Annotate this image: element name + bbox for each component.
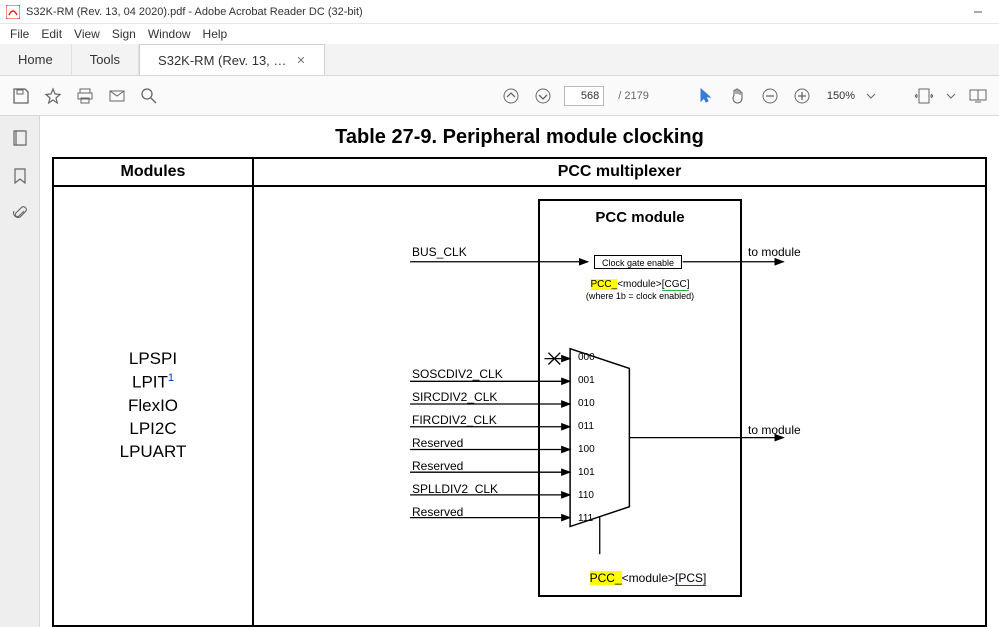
mux-code-110: 110 [578,490,594,501]
label-reserved-100: Reserved [412,436,463,450]
hand-icon[interactable] [727,85,749,107]
find-icon[interactable] [138,85,160,107]
save-icon[interactable] [10,85,32,107]
thumbnails-icon[interactable] [10,128,30,148]
footnote-1: 1 [168,372,174,384]
workspace: Table 27-9. Peripheral module clocking M… [0,116,999,627]
diagram-lines [254,187,985,625]
mux-code-001: 001 [578,375,595,386]
menu-edit[interactable]: Edit [41,27,62,41]
label-reserved-111: Reserved [412,505,463,519]
print-icon[interactable] [74,85,96,107]
table-title: Table 27-9. Peripheral module clocking [40,126,999,149]
zoom-out-icon[interactable] [759,85,781,107]
star-icon[interactable] [42,85,64,107]
clocking-table: Modules PCC multiplexer LPSPI LPIT1 Flex… [52,157,987,627]
tab-tools[interactable]: Tools [72,44,139,75]
menu-view[interactable]: View [74,27,100,41]
close-icon[interactable]: ✕ [296,54,305,67]
menu-window[interactable]: Window [148,27,191,41]
modules-cell: LPSPI LPIT1 FlexIO LPI2C LPUART [53,186,253,626]
diagram-cell: PCC module Clock gate enable PCC_<module… [253,186,986,626]
mux-code-011: 011 [578,421,594,432]
tab-home[interactable]: Home [0,44,72,75]
zoom-in-icon[interactable] [791,85,813,107]
module-lpi2c: LPI2C [54,418,252,441]
tab-document-label: S32K-RM (Rev. 13, … [158,53,286,68]
mux-code-101: 101 [578,467,595,478]
mux-code-010: 010 [578,398,595,409]
bookmark-icon[interactable] [10,166,30,186]
label-splldiv2: SPLLDIV2_CLK [412,482,498,496]
email-icon[interactable] [106,85,128,107]
module-lpuart: LPUART [54,441,252,464]
tab-bar: Home Tools S32K-RM (Rev. 13, … ✕ [0,44,999,76]
menu-sign[interactable]: Sign [112,27,136,41]
attachment-icon[interactable] [10,204,30,224]
tab-document[interactable]: S32K-RM (Rev. 13, … ✕ [139,44,325,75]
titlebar: S32K-RM (Rev. 13, 04 2020).pdf - Adobe A… [0,0,999,24]
window-title: S32K-RM (Rev. 13, 04 2020).pdf - Adobe A… [26,6,363,18]
label-fircdiv2: FIRCDIV2_CLK [412,413,497,427]
page-number-input[interactable] [564,86,604,106]
toolbar: / 2179 150% [0,76,999,116]
mux-code-000: 000 [578,352,595,363]
chevron-down-icon[interactable] [945,85,957,107]
fit-width-icon[interactable] [913,85,935,107]
menubar: File Edit View Sign Window Help [0,24,999,44]
col-header-modules: Modules [53,158,253,186]
mux-code-100: 100 [578,444,595,455]
label-to-module-top: to module [748,245,801,259]
module-lpspi: LPSPI [54,348,252,371]
pcc-diagram: PCC module Clock gate enable PCC_<module… [254,187,985,625]
tab-tools-label: Tools [90,52,120,67]
label-reserved-101: Reserved [412,459,463,473]
page-up-icon[interactable] [500,85,522,107]
read-mode-icon[interactable] [967,85,989,107]
menu-file[interactable]: File [10,27,29,41]
document-area[interactable]: Table 27-9. Peripheral module clocking M… [40,116,999,627]
label-sircdiv2: SIRCDIV2_CLK [412,390,497,404]
module-flexio: FlexIO [54,395,252,418]
page-total-label: / 2179 [618,90,649,102]
side-panel [0,116,40,627]
window-minimize-button[interactable] [963,3,993,21]
mux-code-111: 111 [578,513,593,524]
chevron-down-icon[interactable] [865,85,877,107]
page-down-icon[interactable] [532,85,554,107]
col-header-pcc: PCC multiplexer [253,158,986,186]
pointer-icon[interactable] [695,85,717,107]
zoom-level: 150% [827,90,855,102]
label-bus-clk: BUS_CLK [412,245,467,259]
label-soscdiv2: SOSCDIV2_CLK [412,367,503,381]
module-lpit: LPIT1 [54,371,252,395]
menu-help[interactable]: Help [203,27,228,41]
tab-home-label: Home [18,52,53,67]
acrobat-icon [6,5,20,19]
label-to-module-mid: to module [748,423,801,437]
